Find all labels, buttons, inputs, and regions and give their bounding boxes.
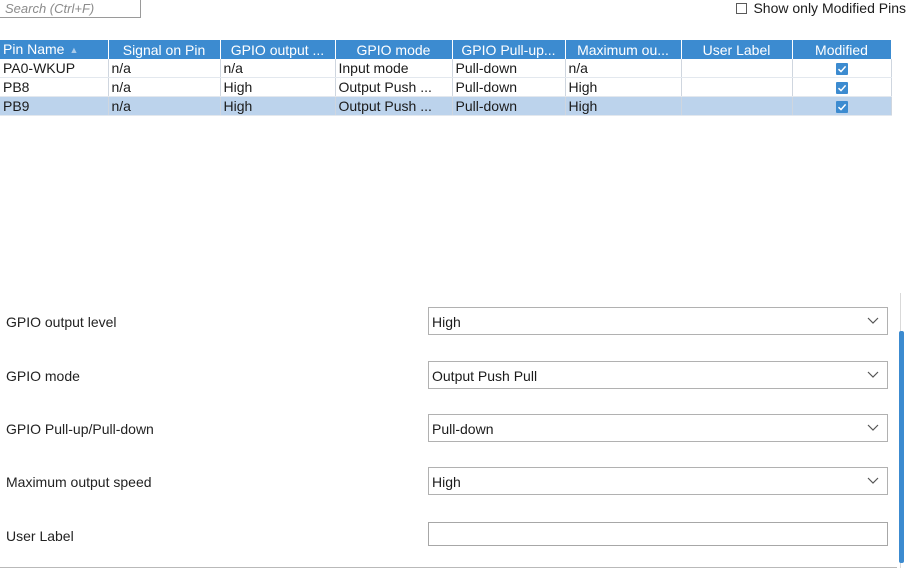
cell-pin: PB8	[0, 77, 109, 98]
mode-label: GPIO mode	[6, 368, 80, 384]
speed-select[interactable]: High	[428, 467, 888, 495]
check-icon[interactable]	[835, 100, 848, 113]
check-icon[interactable]	[835, 62, 848, 75]
cell-mode: Input mode	[335, 59, 453, 79]
cell-user-label	[681, 77, 793, 98]
column-header-modified[interactable]: Modified	[792, 40, 892, 60]
column-header-pin-name[interactable]: Pin Name ▲	[0, 40, 109, 60]
config-row-user-label: User Label	[0, 521, 892, 551]
cell-modified[interactable]	[792, 59, 892, 79]
column-header-speed[interactable]: Maximum ou...	[565, 40, 682, 60]
show-only-modified-checkbox[interactable]	[736, 2, 748, 14]
show-only-modified-toggle[interactable]: Show only Modified Pins	[736, 0, 906, 16]
cell-output: High	[220, 77, 336, 98]
show-only-modified-label: Show only Modified Pins	[753, 0, 906, 16]
chevron-down-icon[interactable]	[867, 314, 879, 326]
user-label-label: User Label	[6, 528, 74, 544]
search-input[interactable]	[0, 0, 141, 18]
cell-pin: PB9	[0, 96, 109, 117]
cell-pull: Pull-down	[452, 59, 566, 79]
config-scrollbar[interactable]	[897, 293, 906, 568]
cell-pull: Pull-down	[452, 96, 566, 117]
mode-select[interactable]: Output Push Pull	[428, 361, 888, 389]
speed-label: Maximum output speed	[6, 474, 152, 490]
pull-value: Pull-down	[432, 421, 494, 437]
cell-output: n/a	[220, 59, 336, 79]
chevron-down-icon[interactable]	[867, 421, 879, 433]
output-level-label: GPIO output level	[6, 314, 117, 330]
column-header-signal[interactable]: Signal on Pin	[108, 40, 221, 60]
column-header-output-level[interactable]: GPIO output ...	[220, 40, 336, 60]
cell-user-label	[681, 96, 793, 117]
speed-value: High	[432, 474, 461, 490]
config-row-speed: Maximum output speed High	[0, 467, 892, 497]
scrollbar-thumb[interactable]	[899, 331, 904, 563]
config-row-pull: GPIO Pull-up/Pull-down Pull-down	[0, 414, 892, 444]
table-row[interactable]: PA0-WKUP n/a n/a Input mode Pull-down n/…	[0, 59, 892, 79]
cell-user-label	[681, 59, 793, 79]
table-row-selected[interactable]: PB9 n/a High Output Push ... Pull-down H…	[0, 96, 892, 117]
cell-signal: n/a	[108, 96, 221, 117]
cell-mode: Output Push ...	[335, 77, 453, 98]
sort-up-icon[interactable]: ▲	[69, 41, 78, 59]
config-row-output-level: GPIO output level High	[0, 307, 892, 337]
pin-table: Pin Name ▲ Signal on Pin GPIO output ... …	[0, 40, 892, 117]
cell-speed: High	[565, 77, 682, 98]
cell-modified[interactable]	[792, 77, 892, 98]
output-level-value: High	[432, 314, 461, 330]
config-row-mode: GPIO mode Output Push Pull	[0, 361, 892, 391]
column-header-mode[interactable]: GPIO mode	[335, 40, 453, 60]
pin-configuration-panel: GPIO output level High GPIO mode Output …	[0, 293, 906, 568]
cell-pull: Pull-down	[452, 77, 566, 98]
cell-speed: n/a	[565, 59, 682, 79]
user-label-input[interactable]	[428, 522, 888, 546]
table-row[interactable]: PB8 n/a High Output Push ... Pull-down H…	[0, 77, 892, 98]
chevron-down-icon[interactable]	[867, 474, 879, 486]
cell-pin: PA0-WKUP	[0, 59, 109, 79]
pull-select[interactable]: Pull-down	[428, 414, 888, 442]
chevron-down-icon[interactable]	[867, 368, 879, 380]
cell-speed: High	[565, 96, 682, 117]
column-header-user-label[interactable]: User Label	[681, 40, 793, 60]
output-level-select[interactable]: High	[428, 307, 888, 335]
pull-label: GPIO Pull-up/Pull-down	[6, 421, 154, 437]
column-header-pull[interactable]: GPIO Pull-up...	[452, 40, 566, 60]
cell-signal: n/a	[108, 77, 221, 98]
mode-value: Output Push Pull	[432, 368, 538, 384]
cell-modified[interactable]	[792, 96, 892, 117]
table-header-row: Pin Name ▲ Signal on Pin GPIO output ... …	[0, 40, 892, 60]
cell-signal: n/a	[108, 59, 221, 79]
cell-output: High	[220, 96, 336, 117]
check-icon[interactable]	[835, 81, 848, 94]
cell-mode: Output Push ...	[335, 96, 453, 117]
